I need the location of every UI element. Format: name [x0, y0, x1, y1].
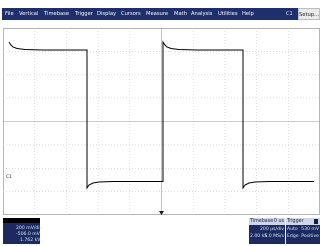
- active-channel-label: C1: [286, 11, 293, 17]
- setup-button[interactable]: Setup...: [298, 8, 320, 20]
- menu-math[interactable]: Math: [174, 8, 187, 20]
- trigger-descriptor[interactable]: Trigger Auto 530 mV Edge Positive: [286, 218, 320, 244]
- channel-1-marker: C1: [6, 175, 12, 180]
- menu-utilities[interactable]: Utilities: [218, 8, 238, 20]
- menu-timebase[interactable]: Timebase: [44, 8, 69, 20]
- channel-offset: -506.0 mV: [16, 232, 40, 237]
- trigger-type: Edge: [287, 234, 299, 239]
- scope-display: [3, 28, 320, 215]
- menu-vertical[interactable]: Vertical: [19, 8, 38, 20]
- menu-trigger[interactable]: Trigger: [75, 8, 93, 20]
- channel-value: 1.762 kV: [20, 238, 41, 243]
- menu-help[interactable]: Help: [242, 8, 254, 20]
- menu-display[interactable]: Display: [97, 8, 116, 20]
- timebase-delay: 0 us: [273, 219, 284, 224]
- trigger-level: 530 mV: [301, 227, 319, 232]
- menu-analysis[interactable]: Analysis: [191, 8, 212, 20]
- timebase-time-per-div: 200 µs/div: [259, 227, 284, 232]
- channel-1-marker-label: C1: [6, 175, 13, 180]
- timebase-body: 200 µs/div 2.00 kS 1.0 MS/s: [249, 225, 285, 244]
- channel-1-descriptor[interactable]: 200 mV/div -506.0 mV 1.762 kV: [3, 218, 43, 244]
- timebase-descriptor[interactable]: Timebase 0 us 200 µs/div 2.00 kS 1.0 MS/…: [249, 218, 285, 244]
- trigger-mode: Auto: [287, 227, 298, 232]
- menu-measure[interactable]: Measure: [146, 8, 168, 20]
- menu-cursors[interactable]: Cursors: [121, 8, 141, 20]
- timebase-header: Timebase 0 us: [249, 218, 285, 225]
- trigger-title: Trigger: [287, 219, 304, 224]
- trigger-header: Trigger: [286, 218, 320, 225]
- channel-1-header: [3, 218, 40, 223]
- menu-file[interactable]: File: [5, 8, 14, 20]
- timebase-title: Timebase: [250, 219, 274, 224]
- channel-volts-per-div: 200 mV/div: [16, 226, 43, 231]
- trigger-channel-indicator: [314, 219, 318, 224]
- trigger-slope: Positive: [301, 234, 319, 239]
- menu-bar: File Vertical Timebase Trigger Display C…: [0, 0, 322, 30]
- timebase-sample-rate: 1.0 MS/s: [264, 234, 284, 239]
- trigger-body: Auto 530 mV Edge Positive: [286, 225, 320, 244]
